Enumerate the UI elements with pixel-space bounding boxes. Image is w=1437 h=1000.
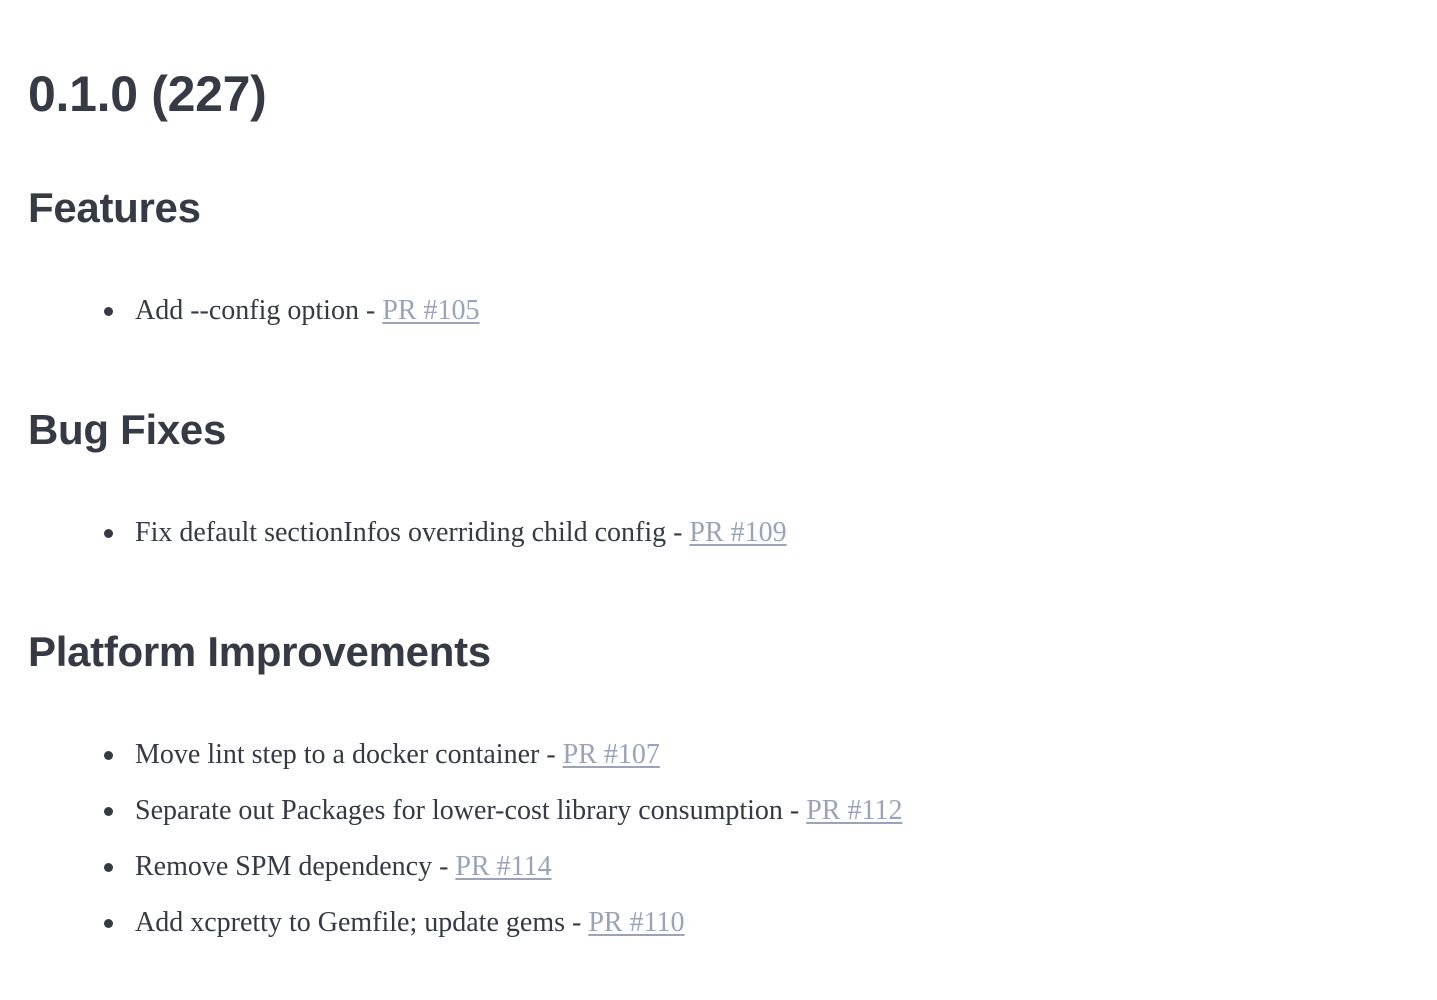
list-item-text: Add --config option - bbox=[135, 295, 383, 326]
bullet-icon bbox=[104, 307, 113, 316]
platform-improvements-list: Move lint step to a docker container - P… bbox=[104, 727, 902, 951]
list-item-text: Remove SPM dependency - bbox=[135, 851, 456, 882]
bullet-icon bbox=[104, 863, 113, 872]
section-heading-features: Features bbox=[28, 184, 201, 231]
section-heading-platform-improvements: Platform Improvements bbox=[28, 628, 491, 675]
list-item: Remove SPM dependency - PR #114 bbox=[104, 839, 902, 895]
bullet-icon bbox=[104, 919, 113, 928]
list-item-text: Fix default sectionInfos overriding chil… bbox=[135, 517, 690, 548]
pr-link[interactable]: PR #107 bbox=[563, 739, 660, 770]
list-item-text: Separate out Packages for lower-cost lib… bbox=[135, 795, 807, 826]
pr-link[interactable]: PR #110 bbox=[588, 907, 684, 938]
pr-link[interactable]: PR #109 bbox=[689, 517, 786, 548]
bug-fixes-list: Fix default sectionInfos overriding chil… bbox=[104, 505, 787, 561]
list-item: Move lint step to a docker container - P… bbox=[104, 727, 902, 783]
list-item: Separate out Packages for lower-cost lib… bbox=[104, 783, 902, 839]
list-item: Add --config option - PR #105 bbox=[104, 283, 480, 339]
features-list: Add --config option - PR #105 bbox=[104, 283, 480, 339]
release-title: 0.1.0 (227) bbox=[28, 66, 267, 122]
pr-link[interactable]: PR #112 bbox=[806, 795, 902, 826]
bullet-icon bbox=[104, 529, 113, 538]
pr-link[interactable]: PR #105 bbox=[382, 295, 479, 326]
list-item-text: Add xcpretty to Gemfile; update gems - bbox=[135, 907, 589, 938]
list-item: Fix default sectionInfos overriding chil… bbox=[104, 505, 787, 561]
pr-link[interactable]: PR #114 bbox=[455, 851, 551, 882]
list-item-text: Move lint step to a docker container - bbox=[135, 739, 563, 770]
bullet-icon bbox=[104, 751, 113, 760]
section-heading-bug-fixes: Bug Fixes bbox=[28, 406, 227, 453]
list-item: Add xcpretty to Gemfile; update gems - P… bbox=[104, 895, 902, 951]
bullet-icon bbox=[104, 807, 113, 816]
